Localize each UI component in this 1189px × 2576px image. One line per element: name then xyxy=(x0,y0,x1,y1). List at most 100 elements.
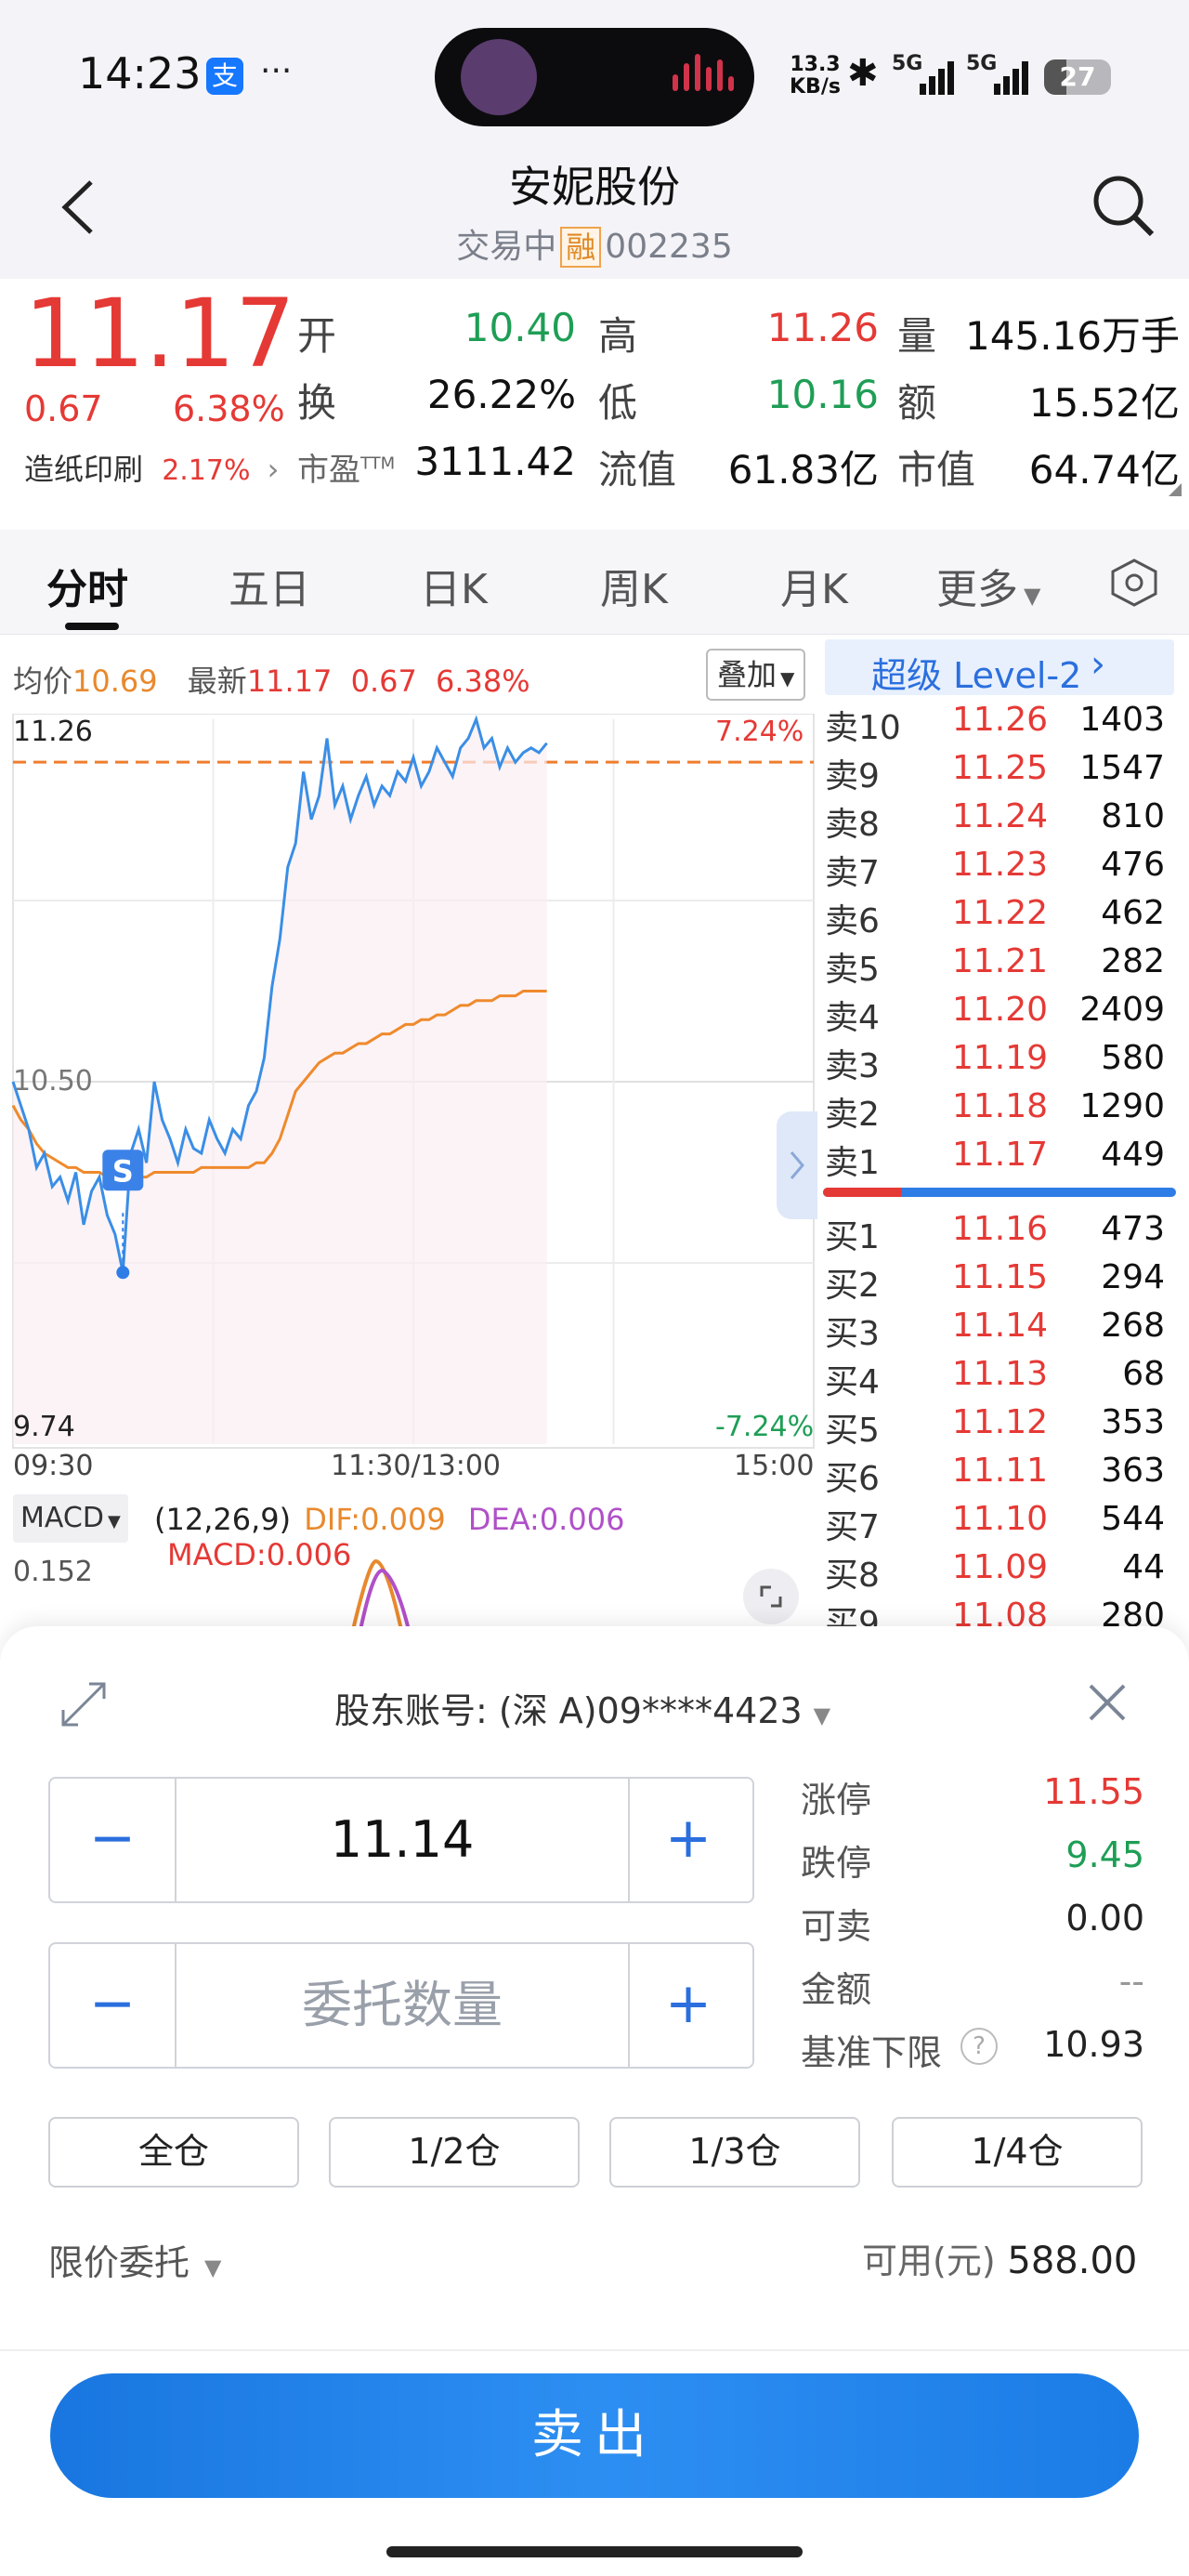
help-icon[interactable]: ? xyxy=(960,2028,998,2065)
home-indicator[interactable] xyxy=(386,2546,803,2557)
expand-arrows-icon[interactable] xyxy=(56,1676,111,1732)
order-level-label: 卖10 xyxy=(825,709,901,747)
amount-value: 15.52亿 xyxy=(1028,380,1180,426)
collapse-tab[interactable] xyxy=(777,1111,817,1219)
music-art-icon xyxy=(461,39,537,115)
order-level-label: 买7 xyxy=(825,1508,880,1546)
macd-dropdown[interactable]: MACD ▼ xyxy=(13,1494,128,1543)
price-increase-button[interactable]: + xyxy=(626,1779,751,1901)
order-level-label: 买6 xyxy=(825,1460,880,1498)
price-input[interactable]: 11.14 xyxy=(175,1779,630,1901)
sell-button[interactable]: 卖出 xyxy=(50,2373,1139,2498)
account-selector[interactable]: 股东账号: (深 A)09****4423 ▼ xyxy=(334,1682,830,1733)
pct-top-label: 7.24% xyxy=(715,716,804,748)
order-volume: 1403 xyxy=(1079,701,1165,739)
ask-row[interactable]: 卖7 11.23 476 xyxy=(817,846,1189,894)
ask-row[interactable]: 卖10 11.26 1403 xyxy=(817,701,1189,749)
order-price: 11.09 xyxy=(952,1548,1049,1586)
signal-bars-icon xyxy=(920,58,957,95)
ask-row[interactable]: 卖1 11.17 449 xyxy=(817,1136,1189,1184)
order-volume: 268 xyxy=(1101,1307,1165,1345)
ask-row[interactable]: 卖4 11.20 2409 xyxy=(817,991,1189,1039)
order-level-label: 卖9 xyxy=(825,757,880,795)
sector-link[interactable]: 造纸印刷 2.17% › xyxy=(24,446,279,489)
order-level-label: 买2 xyxy=(825,1267,880,1305)
net-speed: 13.3 KB/s xyxy=(790,53,841,99)
settings-hex-icon[interactable] xyxy=(1109,558,1159,608)
limit-row: 基准下限 10.93? xyxy=(801,2024,1144,2073)
bid-row[interactable]: 买2 11.15 294 xyxy=(817,1258,1189,1307)
low-value: 10.16 xyxy=(766,372,879,417)
order-type-dropdown[interactable]: 限价委托 ▼ xyxy=(48,2234,221,2285)
limit-value: 10.93 xyxy=(1043,2024,1144,2065)
position-button[interactable]: 1/2仓 xyxy=(329,2117,580,2188)
high-value: 11.26 xyxy=(766,305,879,350)
bid-row[interactable]: 买8 11.09 44 xyxy=(817,1548,1189,1597)
x-label-open: 09:30 xyxy=(13,1450,94,1482)
position-button[interactable]: 1/3仓 xyxy=(609,2117,860,2188)
search-icon[interactable] xyxy=(1089,171,1157,240)
order-price: 11.13 xyxy=(952,1355,1049,1393)
ask-row[interactable]: 卖3 11.19 580 xyxy=(817,1039,1189,1087)
order-level-label: 买1 xyxy=(825,1218,880,1256)
high-label: 高 xyxy=(598,313,638,359)
position-button[interactable]: 1/4仓 xyxy=(892,2117,1143,2188)
macd-panel: MACD ▼ (12,26,9) DIF:0.009 DEA:0.006 MACD… xyxy=(0,1491,817,1631)
tab-week-k[interactable]: 周K xyxy=(600,556,668,615)
qty-increase-button[interactable]: + xyxy=(626,1944,751,2067)
caret-down-icon: ▼ xyxy=(204,2254,222,2280)
level2-banner[interactable]: 超级 Level-2 › xyxy=(825,639,1174,696)
ask-row[interactable]: 卖5 11.21 282 xyxy=(817,942,1189,991)
ask-row[interactable]: 卖8 11.24 810 xyxy=(817,797,1189,846)
close-icon[interactable] xyxy=(1083,1678,1131,1727)
expand-corner-icon[interactable] xyxy=(1169,483,1182,496)
order-level-label: 卖8 xyxy=(825,806,880,844)
order-volume: 44 xyxy=(1122,1548,1165,1586)
bid-row[interactable]: 买5 11.12 353 xyxy=(817,1403,1189,1452)
tab-day-k[interactable]: 日K xyxy=(420,556,488,615)
order-level-label: 买8 xyxy=(825,1557,880,1595)
tab-month-k[interactable]: 月K xyxy=(780,556,848,615)
ask-row[interactable]: 卖9 11.25 1547 xyxy=(817,749,1189,797)
order-volume: 449 xyxy=(1101,1136,1165,1174)
ask-row[interactable]: 卖2 11.18 1290 xyxy=(817,1087,1189,1136)
overlay-dropdown[interactable]: 叠加 ▼ xyxy=(706,649,806,701)
quote-panel: 11.17 0.67 6.38% 造纸印刷 2.17% › 开 10.40 高 … xyxy=(0,279,1189,520)
chevron-right-icon: › xyxy=(1091,643,1105,686)
tab-more[interactable]: 更多 ▼ xyxy=(936,556,1040,615)
order-price: 11.24 xyxy=(952,797,1049,835)
stock-subtitle: 交易中融 002235 xyxy=(0,219,1189,268)
tab-intraday[interactable]: 分时 xyxy=(46,556,128,615)
ask-row[interactable]: 卖6 11.22 462 xyxy=(817,894,1189,942)
order-price: 11.26 xyxy=(952,701,1049,739)
limit-value: -- xyxy=(1118,1961,1144,2002)
fullscreen-icon[interactable] xyxy=(743,1569,799,1624)
signal-bars-icon-2 xyxy=(994,58,1031,95)
caret-down-icon: ▼ xyxy=(107,1512,121,1531)
order-volume: 810 xyxy=(1101,797,1165,835)
bid-row[interactable]: 买3 11.14 268 xyxy=(817,1307,1189,1355)
pe-label: 市盈TTM xyxy=(297,452,396,489)
chart-tabs: 分时 五日 日K 周K 月K 更多 ▼ xyxy=(0,530,1189,635)
price-change-pct: 6.38% xyxy=(173,388,285,429)
position-button[interactable]: 全仓 xyxy=(48,2117,299,2188)
clock: 14:23 xyxy=(78,48,202,99)
turnover-label: 换 xyxy=(297,380,337,426)
intraday-chart[interactable]: S xyxy=(0,714,817,1457)
bid-row[interactable]: 买6 11.11 363 xyxy=(817,1452,1189,1500)
limit-value: 11.55 xyxy=(1043,1771,1144,1812)
limit-label: 可卖 xyxy=(801,1906,872,1947)
sell-marker-dot xyxy=(116,1266,130,1280)
order-volume: 462 xyxy=(1101,894,1165,932)
limit-value: 9.45 xyxy=(1065,1834,1144,1875)
limit-row: 金额 -- xyxy=(801,1961,1144,2010)
bid-row[interactable]: 买1 11.16 473 xyxy=(817,1210,1189,1258)
price-decrease-button[interactable]: − xyxy=(50,1779,175,1901)
qty-decrease-button[interactable]: − xyxy=(50,1944,175,2067)
bid-row[interactable]: 买7 11.10 544 xyxy=(817,1500,1189,1548)
pct-bottom-label: -7.24% xyxy=(715,1411,815,1443)
tab-five-day[interactable]: 五日 xyxy=(229,556,310,615)
bid-row[interactable]: 买4 11.13 68 xyxy=(817,1355,1189,1403)
y-mid-label: 10.50 xyxy=(13,1065,93,1097)
quantity-input[interactable]: 委托数量 xyxy=(175,1944,630,2067)
